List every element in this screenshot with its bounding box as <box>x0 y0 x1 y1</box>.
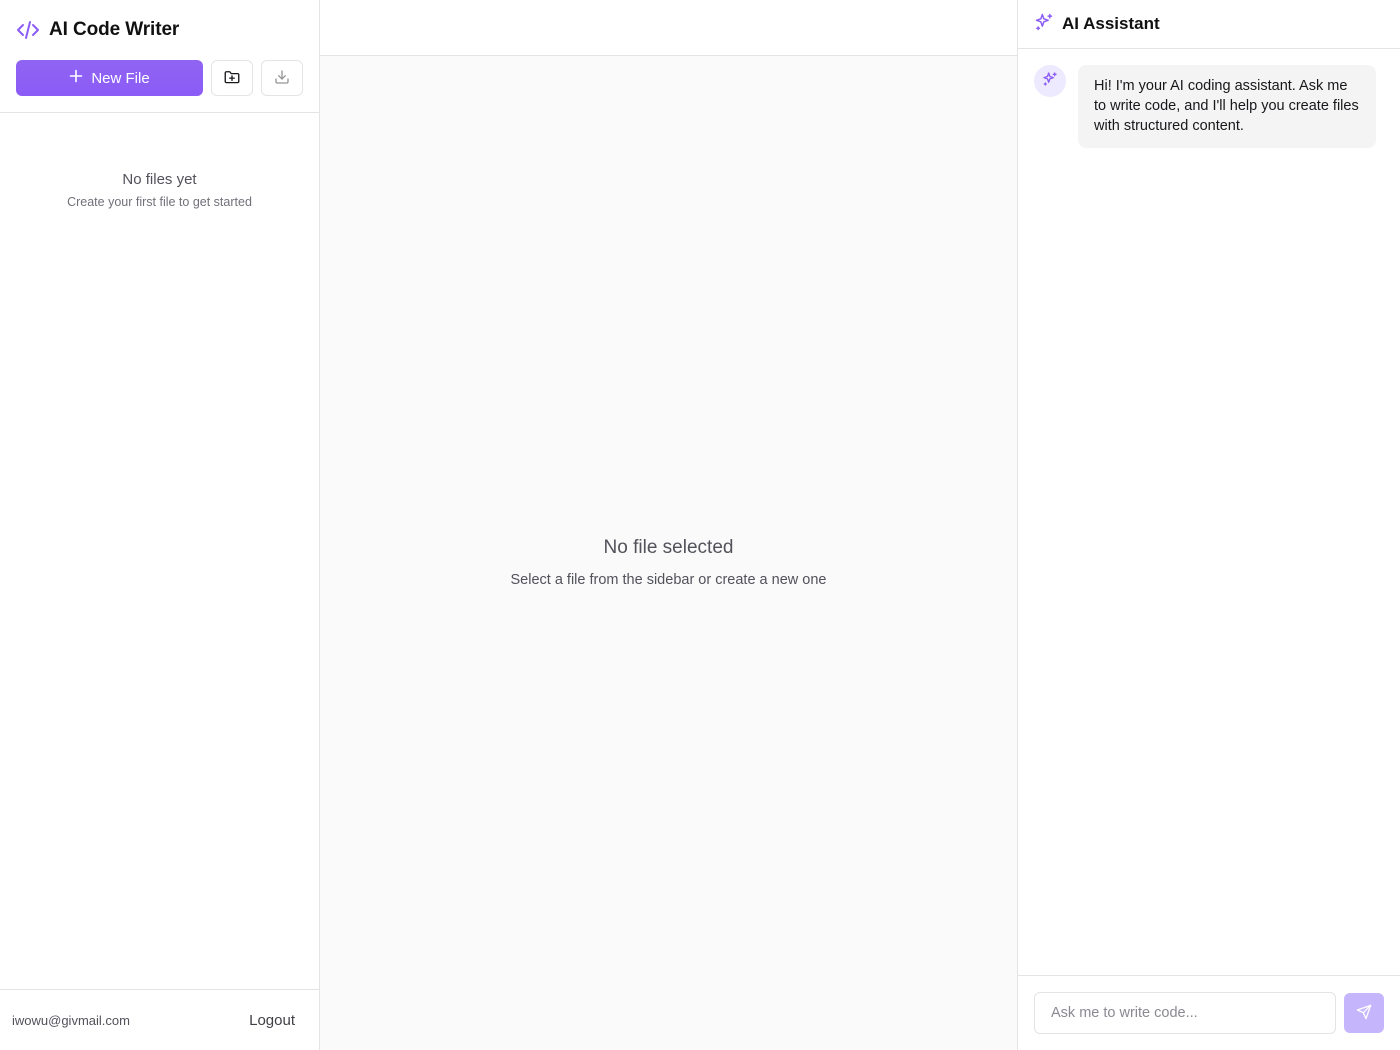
new-file-label: New File <box>91 69 150 87</box>
message-bubble: Hi! I'm your AI coding assistant. Ask me… <box>1078 65 1376 148</box>
chat-composer <box>1018 975 1400 1050</box>
chat-message: Hi! I'm your AI coding assistant. Ask me… <box>1034 65 1384 148</box>
files-empty-subtitle: Create your first file to get started <box>67 195 252 209</box>
files-empty-title: No files yet <box>122 171 197 188</box>
sparkles-icon <box>1034 12 1054 37</box>
chat-input[interactable] <box>1034 992 1337 1034</box>
editor-tab-bar <box>320 0 1017 56</box>
editor-empty-state: No file selected Select a file from the … <box>320 56 1017 1050</box>
chat-messages: Hi! I'm your AI coding assistant. Ask me… <box>1018 49 1400 975</box>
send-icon <box>1356 1004 1372 1023</box>
download-button[interactable] <box>261 60 303 96</box>
editor-pane: No file selected Select a file from the … <box>320 0 1017 1050</box>
app-title: AI Code Writer <box>49 19 180 40</box>
assistant-header: AI Assistant <box>1018 0 1400 49</box>
editor-empty-subtitle: Select a file from the sidebar or create… <box>510 571 827 588</box>
assistant-title: AI Assistant <box>1062 14 1160 33</box>
code-icon <box>16 18 40 42</box>
download-icon <box>274 69 290 88</box>
sidebar-footer: iwowu@givmail.com Logout <box>0 989 319 1050</box>
send-button[interactable] <box>1344 993 1384 1033</box>
new-file-button[interactable]: New File <box>16 60 203 96</box>
file-sidebar: AI Code Writer New File No files yet Cre… <box>0 0 320 1050</box>
sparkles-icon <box>1042 71 1058 92</box>
user-email: iwowu@givmail.com <box>12 1012 130 1028</box>
sidebar-actions: New File <box>16 60 303 96</box>
brand: AI Code Writer <box>16 0 303 60</box>
folder-plus-icon <box>223 68 241 89</box>
sidebar-header: AI Code Writer New File <box>0 0 319 113</box>
ai-assistant-panel: AI Assistant Hi! I'm your AI coding assi… <box>1017 0 1400 1050</box>
logout-button[interactable]: Logout <box>237 1006 307 1035</box>
editor-empty-title: No file selected <box>603 536 734 558</box>
assistant-avatar <box>1034 65 1066 97</box>
plus-icon <box>69 67 83 87</box>
new-folder-button[interactable] <box>211 60 253 96</box>
file-list: No files yet Create your first file to g… <box>0 113 319 989</box>
